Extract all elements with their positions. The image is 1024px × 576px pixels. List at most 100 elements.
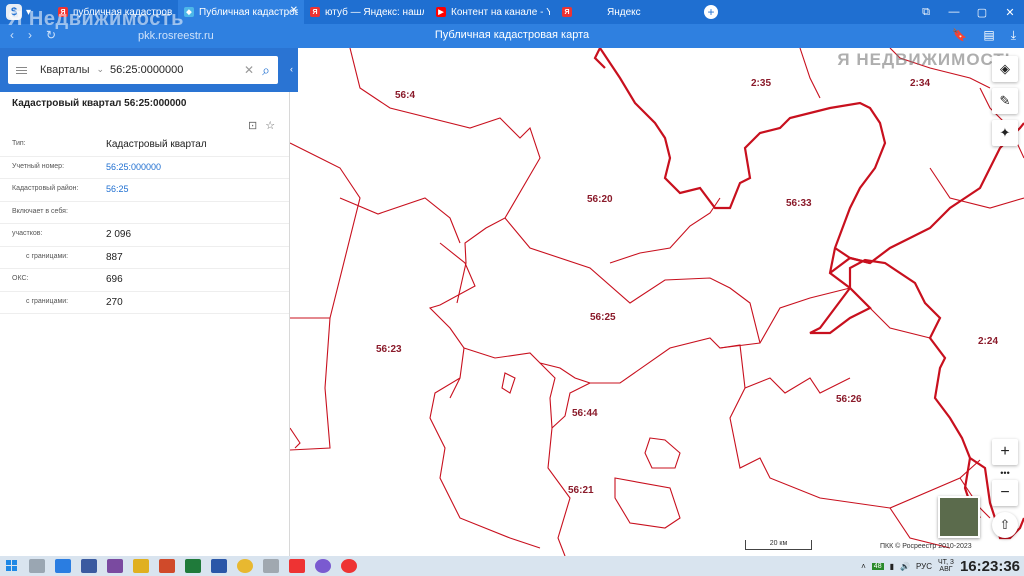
attr-value: 696 bbox=[106, 274, 123, 285]
quarter-label-2-34[interactable]: 2:34 bbox=[910, 78, 930, 89]
tabs-overview-icon[interactable]: ⧉ bbox=[912, 0, 940, 24]
tab-2-active[interactable]: ◆ Публичная кадастрова ✕ bbox=[178, 0, 304, 24]
tab-4[interactable]: ▶ Контент на канале - YouTu bbox=[430, 0, 556, 24]
windows-logo-icon bbox=[6, 560, 17, 571]
attr-key: Учетный номер: bbox=[12, 162, 65, 170]
photos-app-icon[interactable] bbox=[263, 559, 279, 573]
attr-value-link[interactable]: 56:25 bbox=[106, 184, 129, 194]
measure-button[interactable]: ✎ bbox=[992, 88, 1018, 114]
attr-value: 2 096 bbox=[106, 229, 132, 240]
maximize-icon[interactable]: ▢ bbox=[968, 0, 996, 24]
yandex-icon: Я bbox=[310, 7, 320, 17]
archive-app-icon[interactable] bbox=[133, 559, 149, 573]
quarter-label-56-4[interactable]: 56:4 bbox=[395, 90, 415, 101]
clock[interactable]: 16:23:36 bbox=[960, 558, 1020, 575]
attr-value: 270 bbox=[106, 296, 123, 308]
tab-label: ютуб — Яндекс: нашлось bbox=[325, 6, 424, 18]
quarter-label-56-20[interactable]: 56:20 bbox=[587, 194, 613, 205]
search-type-value: Кварталы bbox=[40, 64, 90, 76]
system-tray: ˄ 48 ▮ 🔊 РУС ЧТ, 3 АВГ 16:23:36 bbox=[861, 556, 1024, 576]
favorite-star-icon[interactable]: ☆ bbox=[265, 119, 275, 132]
close-window-icon[interactable]: ✕ bbox=[996, 0, 1024, 24]
zoom-to-object-icon[interactable]: ⊡ bbox=[248, 119, 257, 132]
object-title: Кадастровый квартал 56:25:000000 bbox=[12, 98, 187, 109]
attr-value-link[interactable]: 56:25:000000 bbox=[106, 162, 161, 172]
compass-icon[interactable]: ⇧ bbox=[992, 512, 1018, 538]
attr-key: Кадастровый район: bbox=[12, 185, 79, 192]
language-indicator[interactable]: РУС bbox=[916, 562, 932, 571]
attr-key: ОКС: bbox=[12, 275, 29, 282]
quarter-label-56-21[interactable]: 56:21 bbox=[568, 485, 594, 496]
yandex-app-icon[interactable] bbox=[289, 559, 305, 573]
youtube-icon: ▶ bbox=[436, 7, 446, 17]
bookmark-icon[interactable]: 🔖 bbox=[952, 28, 967, 43]
tray-expand-icon[interactable]: ˄ bbox=[861, 562, 866, 571]
media-app-icon[interactable] bbox=[107, 559, 123, 573]
search-icon[interactable]: ⌕ bbox=[262, 62, 270, 79]
map-boundaries bbox=[290, 48, 1024, 556]
cadastral-map[interactable]: 56:4 2:35 2:34 56:20 56:33 56:25 56:23 2… bbox=[290, 48, 1024, 556]
attr-row-number: Учетный номер: 56:25:000000 bbox=[0, 157, 289, 179]
windows-taskbar: ˄ 48 ▮ 🔊 РУС ЧТ, 3 АВГ 16:23:36 bbox=[0, 556, 1024, 576]
attributes-table: Тип: Кадастровый квартал Учетный номер: … bbox=[0, 134, 289, 314]
folder-app-icon[interactable] bbox=[29, 559, 45, 573]
quarter-label-56-44[interactable]: 56:44 bbox=[572, 408, 598, 419]
save-app-icon[interactable] bbox=[81, 559, 97, 573]
zoom-out-button[interactable]: − bbox=[992, 480, 1018, 506]
minimize-icon[interactable]: — bbox=[940, 0, 968, 24]
date-line-1: ЧТ, 3 bbox=[938, 559, 954, 566]
tools-button[interactable]: ✦ bbox=[992, 120, 1018, 146]
explorer-app-icon[interactable] bbox=[55, 559, 71, 573]
tab-label: Яндекс bbox=[607, 6, 641, 18]
info-panel: Кварталы ⌄ ✕ ⌕ ‹ Кадастровый квартал 56:… bbox=[0, 48, 298, 556]
viber-app-icon[interactable] bbox=[315, 559, 331, 573]
date-display[interactable]: ЧТ, 3 АВГ bbox=[938, 559, 954, 573]
map-scale: 20 км bbox=[745, 540, 812, 550]
watermark-logo-right: Я НЕДВИЖИМОСТЬ bbox=[837, 50, 1018, 69]
attr-key: с границами: bbox=[26, 252, 69, 260]
attr-key: Включает в себя: bbox=[12, 207, 68, 215]
volume-icon[interactable]: 🔊 bbox=[900, 562, 910, 571]
attr-row-parcels: участков: 2 096 bbox=[0, 224, 289, 247]
quarter-label-56-26[interactable]: 56:26 bbox=[836, 394, 862, 405]
chevron-down-icon: ⌄ bbox=[96, 64, 104, 74]
quarter-label-2-35[interactable]: 2:35 bbox=[751, 78, 771, 89]
clear-icon[interactable]: ✕ bbox=[244, 63, 254, 77]
search-box: Кварталы ⌄ ✕ ⌕ bbox=[8, 56, 278, 84]
download-icon[interactable]: ⤓ bbox=[1011, 28, 1016, 43]
word-app-icon[interactable] bbox=[211, 559, 227, 573]
search-bar: Кварталы ⌄ ✕ ⌕ ‹ bbox=[0, 48, 298, 92]
tray-badge[interactable]: 48 bbox=[871, 562, 884, 570]
attr-value: 887 bbox=[106, 251, 123, 263]
start-button[interactable] bbox=[0, 556, 24, 576]
quarter-label-56-23[interactable]: 56:23 bbox=[376, 344, 402, 355]
search-input[interactable] bbox=[110, 64, 240, 76]
attr-key: с границами: bbox=[26, 297, 69, 305]
tab-5[interactable]: Я Яндекс bbox=[556, 0, 694, 24]
tab-label: Контент на канале - YouTu bbox=[451, 6, 550, 18]
layers-button[interactable]: ◈ bbox=[992, 56, 1018, 82]
powerpoint-app-icon[interactable] bbox=[159, 559, 175, 573]
attr-row-includes: Включает в себя: bbox=[0, 202, 289, 224]
attr-row-parcels-bounded: с границами: 887 bbox=[0, 247, 289, 269]
excel-app-icon[interactable] bbox=[185, 559, 201, 573]
close-tab-icon[interactable]: ✕ bbox=[290, 5, 298, 16]
chrome-app-icon[interactable] bbox=[237, 559, 253, 573]
attr-value: Кадастровый квартал bbox=[106, 139, 207, 150]
date-line-2: АВГ bbox=[939, 566, 953, 573]
yandex-browser-app-icon[interactable] bbox=[341, 559, 357, 573]
satellite-layer-thumbnail[interactable] bbox=[938, 496, 980, 538]
quarter-label-56-33[interactable]: 56:33 bbox=[786, 198, 812, 209]
attr-row-type: Тип: Кадастровый квартал bbox=[0, 134, 289, 157]
search-type-select[interactable]: Кварталы ⌄ bbox=[34, 64, 104, 76]
watermark-logo: Я Недвижимость bbox=[8, 8, 184, 30]
tab-3[interactable]: Я ютуб — Яндекс: нашлось bbox=[304, 0, 430, 24]
quarter-label-56-25[interactable]: 56:25 bbox=[590, 312, 616, 323]
reader-icon[interactable]: ▤ bbox=[983, 28, 994, 43]
attr-row-oks: ОКС: 696 bbox=[0, 269, 289, 292]
network-icon[interactable]: ▮ bbox=[890, 562, 894, 571]
collapse-panel-icon[interactable]: ‹ bbox=[290, 64, 298, 76]
menu-icon[interactable] bbox=[8, 56, 34, 84]
new-tab-button[interactable]: + bbox=[704, 5, 718, 19]
quarter-label-2-24[interactable]: 2:24 bbox=[978, 336, 998, 347]
